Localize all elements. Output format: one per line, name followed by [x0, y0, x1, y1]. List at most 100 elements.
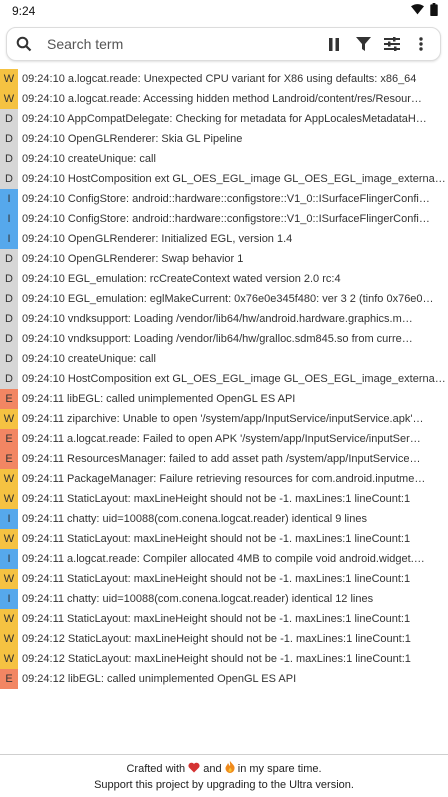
log-message: 09:24:11 a.logcat.reade: Compiler alloca…: [22, 553, 425, 565]
log-row[interactable]: W 09:24:11 StaticLayout: maxLineHeight sh…: [0, 569, 448, 589]
log-row[interactable]: W 09:24:12 StaticLayout: maxLineHeight sh…: [0, 629, 448, 649]
log-row[interactable]: D 09:24:10 HostComposition ext GL_OES_EGL…: [0, 369, 448, 389]
log-level-badge: E: [0, 389, 18, 409]
log-message: 09:24:10 HostComposition ext GL_OES_EGL_…: [22, 173, 448, 185]
status-icons: [411, 3, 438, 19]
log-message: 09:24:10 EGL_emulation: rcCreateContext …: [22, 273, 341, 285]
log-row[interactable]: D 09:24:10 OpenGLRenderer: Swap behavior …: [0, 249, 448, 269]
log-row[interactable]: D 09:24:10 EGL_emulation: rcCreateContext…: [0, 269, 448, 289]
log-level-badge: E: [0, 429, 18, 449]
log-level-badge: D: [0, 149, 18, 169]
log-message: 09:24:11 a.logcat.reade: Failed to open …: [22, 433, 421, 445]
log-row[interactable]: W 09:24:10 a.logcat.reade: Accessing hidd…: [0, 89, 448, 109]
toolbar-actions: [321, 31, 440, 57]
log-list[interactable]: W 09:24:10 a.logcat.reade: Unexpected CPU…: [0, 69, 448, 689]
log-row[interactable]: D 09:24:10 createUnique: call: [0, 149, 448, 169]
log-message: 09:24:10 createUnique: call: [22, 353, 156, 365]
log-level-badge: I: [0, 189, 18, 209]
filter-icon[interactable]: [350, 31, 376, 57]
log-message: 09:24:10 HostComposition ext GL_OES_EGL_…: [22, 373, 448, 385]
battery-icon: [430, 3, 438, 19]
footer-text-after: in my spare time.: [237, 763, 322, 775]
log-level-badge: D: [0, 129, 18, 149]
log-row[interactable]: E 09:24:11 ResourcesManager: failed to ad…: [0, 449, 448, 469]
log-level-badge: D: [0, 169, 18, 189]
log-row[interactable]: D 09:24:10 createUnique: call: [0, 349, 448, 369]
log-message: 09:24:12 StaticLayout: maxLineHeight sho…: [22, 633, 411, 645]
log-row[interactable]: I 09:24:11 chatty: uid=10088(com.conena.l…: [0, 589, 448, 609]
log-message: 09:24:10 ConfigStore: android::hardware:…: [22, 213, 430, 225]
log-level-badge: W: [0, 469, 18, 489]
log-level-badge: I: [0, 209, 18, 229]
log-row[interactable]: E 09:24:11 libEGL: called unimplemented O…: [0, 389, 448, 409]
log-row[interactable]: E 09:24:11 a.logcat.reade: Failed to open…: [0, 429, 448, 449]
log-message: 09:24:11 chatty: uid=10088(com.conena.lo…: [22, 513, 367, 525]
log-row[interactable]: I 09:24:10 ConfigStore: android::hardware…: [0, 189, 448, 209]
log-level-badge: D: [0, 369, 18, 389]
log-row[interactable]: W 09:24:10 a.logcat.reade: Unexpected CPU…: [0, 69, 448, 89]
tune-icon[interactable]: [379, 31, 405, 57]
log-row[interactable]: I 09:24:11 chatty: uid=10088(com.conena.l…: [0, 509, 448, 529]
log-level-badge: D: [0, 289, 18, 309]
footer-line-1: Crafted with and in my spare time.: [0, 761, 448, 777]
wifi-icon: [411, 4, 424, 18]
log-row[interactable]: I 09:24:10 ConfigStore: android::hardware…: [0, 209, 448, 229]
log-level-badge: W: [0, 69, 18, 89]
log-message: 09:24:10 OpenGLRenderer: Swap behavior 1: [22, 253, 244, 265]
log-message: 09:24:10 a.logcat.reade: Accessing hidde…: [22, 93, 422, 105]
log-level-badge: I: [0, 549, 18, 569]
log-row[interactable]: W 09:24:11 ziparchive: Unable to open '/s…: [0, 409, 448, 429]
log-message: 09:24:10 a.logcat.reade: Unexpected CPU …: [22, 73, 417, 85]
log-level-badge: W: [0, 629, 18, 649]
log-row[interactable]: D 09:24:10 vndksupport: Loading /vendor/l…: [0, 329, 448, 349]
log-message: 09:24:12 StaticLayout: maxLineHeight sho…: [22, 653, 411, 665]
log-message: 09:24:10 OpenGLRenderer: Initialized EGL…: [22, 233, 293, 245]
log-row[interactable]: W 09:24:11 StaticLayout: maxLineHeight sh…: [0, 529, 448, 549]
log-message: 09:24:11 StaticLayout: maxLineHeight sho…: [22, 533, 411, 545]
log-row[interactable]: D 09:24:10 HostComposition ext GL_OES_EGL…: [0, 169, 448, 189]
log-row[interactable]: I 09:24:11 a.logcat.reade: Compiler alloc…: [0, 549, 448, 569]
search-bar: [6, 27, 441, 61]
log-level-badge: W: [0, 489, 18, 509]
log-level-badge: D: [0, 249, 18, 269]
log-message: 09:24:11 chatty: uid=10088(com.conena.lo…: [22, 593, 374, 605]
log-level-badge: W: [0, 409, 18, 429]
log-level-badge: W: [0, 649, 18, 669]
fire-icon: [225, 761, 238, 775]
log-level-badge: D: [0, 309, 18, 329]
log-row[interactable]: E 09:24:12 libEGL: called unimplemented O…: [0, 669, 448, 689]
log-level-badge: D: [0, 109, 18, 129]
status-bar: 9:24: [0, 0, 448, 22]
pause-icon[interactable]: [321, 31, 347, 57]
log-message: 09:24:10 AppCompatDelegate: Checking for…: [22, 113, 427, 125]
log-row[interactable]: D 09:24:10 OpenGLRenderer: Skia GL Pipeli…: [0, 129, 448, 149]
log-message: 09:24:10 EGL_emulation: eglMakeCurrent: …: [22, 293, 434, 305]
heart-icon: [188, 762, 203, 775]
log-row[interactable]: D 09:24:10 AppCompatDelegate: Checking fo…: [0, 109, 448, 129]
log-level-badge: W: [0, 569, 18, 589]
log-message: 09:24:11 ziparchive: Unable to open '/sy…: [22, 413, 424, 425]
log-message: 09:24:11 StaticLayout: maxLineHeight sho…: [22, 493, 411, 505]
search-input[interactable]: [41, 36, 321, 52]
log-message: 09:24:11 libEGL: called unimplemented Op…: [22, 393, 296, 405]
log-row[interactable]: D 09:24:10 EGL_emulation: eglMakeCurrent:…: [0, 289, 448, 309]
more-vert-icon[interactable]: [408, 31, 434, 57]
search-icon: [7, 36, 41, 52]
footer-text-before: Crafted with: [126, 763, 186, 775]
log-message: 09:24:11 PackageManager: Failure retriev…: [22, 473, 426, 485]
log-message: 09:24:11 ResourcesManager: failed to add…: [22, 453, 421, 465]
log-message: 09:24:10 createUnique: call: [22, 153, 156, 165]
log-row[interactable]: W 09:24:11 StaticLayout: maxLineHeight sh…: [0, 489, 448, 509]
log-message: 09:24:10 ConfigStore: android::hardware:…: [22, 193, 430, 205]
log-row[interactable]: W 09:24:11 PackageManager: Failure retrie…: [0, 469, 448, 489]
log-level-badge: W: [0, 89, 18, 109]
log-message: 09:24:11 StaticLayout: maxLineHeight sho…: [22, 613, 411, 625]
status-time: 9:24: [12, 4, 36, 18]
log-row[interactable]: D 09:24:10 vndksupport: Loading /vendor/l…: [0, 309, 448, 329]
log-row[interactable]: W 09:24:11 StaticLayout: maxLineHeight sh…: [0, 609, 448, 629]
log-row[interactable]: I 09:24:10 OpenGLRenderer: Initialized EG…: [0, 229, 448, 249]
log-level-badge: W: [0, 609, 18, 629]
log-row[interactable]: W 09:24:12 StaticLayout: maxLineHeight sh…: [0, 649, 448, 669]
footer-line-2: Support this project by upgrading to the…: [94, 779, 354, 791]
log-level-badge: D: [0, 269, 18, 289]
